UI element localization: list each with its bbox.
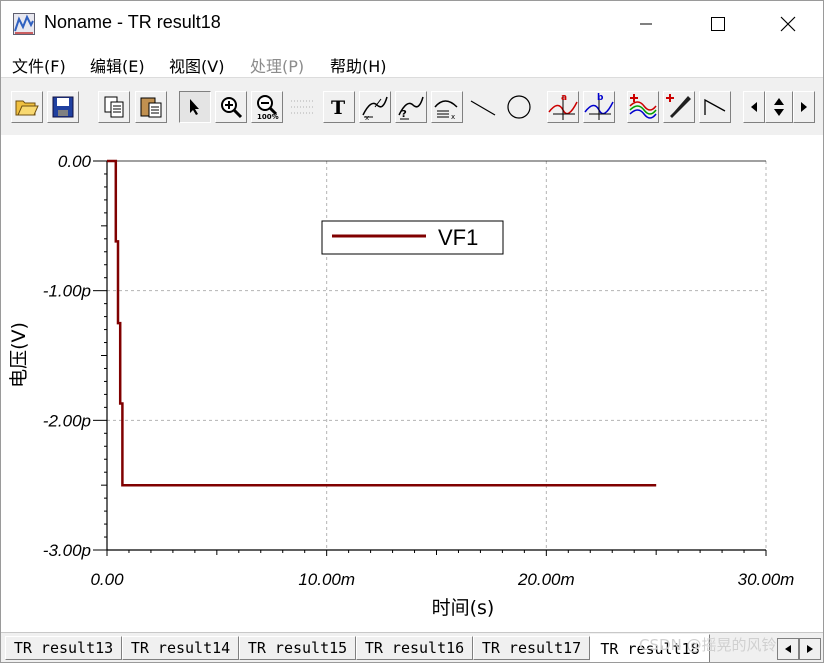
tab-scroll-left-icon — [785, 645, 791, 653]
cursor-b-button[interactable]: ? — [395, 91, 427, 123]
maximize-button[interactable] — [683, 1, 753, 47]
zoom-100-button[interactable]: 100% — [251, 91, 283, 123]
grid — [107, 161, 767, 550]
y-tick-label: -1.00p — [43, 282, 91, 301]
pointer-button[interactable] — [179, 91, 211, 123]
menu-bar: 文件(F) 编辑(E) 视图(V) 处理(P) 帮助(H) — [1, 47, 823, 77]
menu-edit[interactable]: 编辑(E) — [90, 53, 145, 77]
tab-scroll-left-button[interactable] — [777, 638, 799, 660]
cursor-a-icon: x — [362, 96, 388, 121]
cursor-a-button[interactable]: x — [359, 91, 391, 123]
tab-scroll-right-icon — [807, 645, 813, 653]
ticks: 0.00 10.00m 20.00m 30.00m 0.00 -1.00p -2.00p -3… — [43, 152, 795, 589]
grid-icon — [291, 100, 315, 114]
tab-tr-result13[interactable]: TR result13 — [5, 636, 122, 660]
line-button[interactable] — [467, 91, 499, 123]
plot-area[interactable]: 0.00 10.00m 20.00m 30.00m 0.00 -1.00p -2.00p -3… — [1, 135, 823, 632]
x-tick-label: 10.00m — [298, 570, 355, 589]
series — [107, 159, 657, 487]
marker-b-button[interactable]: b — [583, 91, 615, 123]
tab-scroll-controls — [777, 638, 821, 660]
y-tick-label: 0.00 — [58, 152, 92, 171]
tab-tr-result16[interactable]: TR result16 — [356, 636, 473, 660]
toolbar: 100% T x ? x a b — [1, 77, 823, 136]
wave-label-icon: x — [434, 100, 458, 121]
series-line-vf1 — [107, 159, 657, 487]
slope-icon — [704, 98, 726, 115]
svg-text:x: x — [365, 114, 369, 121]
tab-tr-result15[interactable]: TR result15 — [239, 636, 356, 660]
probe-icon — [666, 94, 691, 118]
x-axis-title: 时间(s) — [432, 597, 495, 619]
menu-view[interactable]: 视图(V) — [169, 53, 224, 77]
save-icon — [52, 96, 74, 118]
watermark: CSDN @摇晃的风铃 — [639, 636, 777, 654]
marker-a-icon: a — [548, 93, 578, 120]
x-tick-label: 30.00m — [738, 570, 795, 589]
zoom-100-icon: 100% — [257, 95, 279, 120]
scroll-right-button[interactable] — [793, 91, 815, 123]
save-button[interactable] — [47, 91, 79, 123]
svg-text:T: T — [331, 97, 345, 118]
copy-icon — [104, 96, 124, 118]
zoom-in-button[interactable] — [215, 91, 247, 123]
open-button[interactable] — [11, 91, 43, 123]
probe-button[interactable] — [663, 91, 695, 123]
svg-text:100%: 100% — [257, 113, 279, 120]
menu-file[interactable]: 文件(F) — [12, 53, 66, 77]
svg-text:?: ? — [401, 109, 407, 120]
legend[interactable]: VF1 — [321, 220, 504, 255]
scroll-left-button[interactable] — [743, 91, 765, 123]
svg-text:a: a — [561, 93, 567, 103]
x-tick-label: 20.00m — [517, 570, 575, 589]
axes — [106, 160, 766, 551]
app-waveform-icon — [13, 13, 35, 35]
close-button[interactable] — [753, 1, 823, 47]
marker-a-button[interactable]: a — [547, 91, 579, 123]
marker-b-icon: b — [584, 93, 614, 120]
paste-button[interactable] — [135, 91, 167, 123]
copy-button[interactable] — [98, 91, 130, 123]
circle-button[interactable] — [503, 91, 535, 123]
pointer-icon — [190, 99, 199, 115]
text-icon: T — [331, 97, 345, 118]
y-tick-label: -3.00p — [43, 541, 91, 560]
voltage-time-chart[interactable]: 0.00 10.00m 20.00m 30.00m 0.00 -1.00p -2.00p -3… — [1, 135, 823, 632]
text-button[interactable]: T — [323, 91, 355, 123]
open-folder-icon — [15, 100, 39, 116]
legend-label-vf1: VF1 — [438, 225, 478, 250]
wave-label-button[interactable]: x — [431, 91, 463, 123]
scroll-left-icon — [751, 102, 757, 112]
slope-button[interactable] — [699, 91, 731, 123]
x-tick-label: 0.00 — [90, 570, 124, 589]
grid-button[interactable] — [287, 91, 319, 123]
tab-tr-result17[interactable]: TR result17 — [473, 636, 590, 660]
cursor-b-icon: ? — [398, 96, 424, 120]
add-curve-button[interactable] — [627, 91, 659, 123]
tab-tr-result14[interactable]: TR result14 — [122, 636, 239, 660]
app-window: Noname - TR result18 文件(F) 编辑(E) 视图(V) 处… — [0, 0, 824, 663]
y-axis-title: 电压(V) — [8, 322, 30, 388]
minimize-button[interactable] — [611, 1, 681, 47]
paste-icon — [140, 97, 162, 118]
close-icon — [780, 16, 796, 32]
title-bar[interactable]: Noname - TR result18 — [1, 1, 823, 47]
menu-help[interactable]: 帮助(H) — [330, 53, 387, 77]
minimize-icon — [640, 23, 652, 25]
zoom-in-icon — [221, 97, 243, 119]
svg-text:x: x — [451, 113, 455, 121]
menu-process[interactable]: 处理(P) — [250, 53, 304, 77]
maximize-icon — [711, 17, 725, 31]
tab-scroll-right-button[interactable] — [799, 638, 821, 660]
scroll-right-icon — [801, 102, 807, 112]
add-curve-icon — [629, 94, 657, 119]
svg-text:b: b — [597, 93, 604, 103]
y-tick-label: -2.00p — [43, 411, 91, 430]
scroll-updown-button[interactable] — [765, 91, 793, 123]
line-icon — [470, 100, 496, 116]
circle-icon — [507, 95, 531, 119]
scroll-updown-icon — [774, 98, 784, 116]
window-title: Noname - TR result18 — [44, 12, 221, 32]
